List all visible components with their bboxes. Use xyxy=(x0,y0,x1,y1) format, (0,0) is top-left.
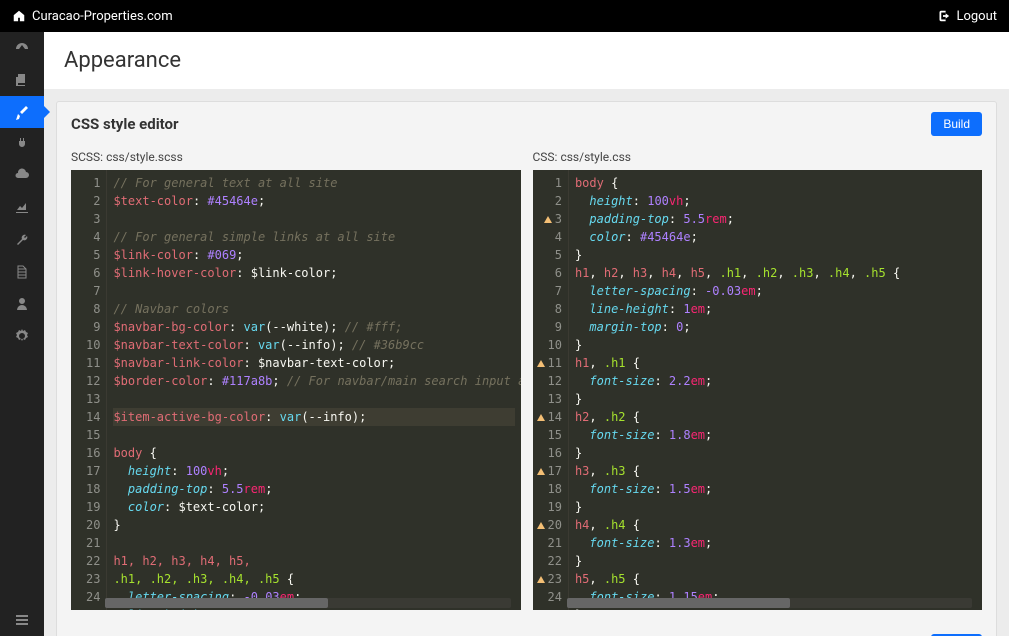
panel-title: CSS style editor xyxy=(71,115,179,133)
copy-icon xyxy=(14,72,30,88)
warning-icon xyxy=(537,360,545,367)
code-line[interactable]: h2, .h2 { xyxy=(575,408,976,426)
warning-icon xyxy=(537,576,545,583)
code-line[interactable]: } xyxy=(575,336,976,354)
code-line[interactable]: $navbar-bg-color: var(--white); // #fff; xyxy=(113,318,514,336)
css-editor[interactable]: 1234567891011121314151617181920212223242… xyxy=(533,170,983,610)
code-line[interactable]: $text-color: #45464e; xyxy=(113,192,514,210)
code-line[interactable]: $link-hover-color: $link-color; xyxy=(113,264,514,282)
scss-editor-label: SCSS: css/style.scss xyxy=(71,146,521,170)
page-title: Appearance xyxy=(44,32,1009,89)
code-line[interactable]: $link-color: #069; xyxy=(113,246,514,264)
sidebar-item-settings[interactable] xyxy=(0,320,44,352)
scss-editor[interactable]: 1234567891011121314151617181920212223242… xyxy=(71,170,521,610)
code-line[interactable]: font-size: 2.2em; xyxy=(575,372,976,390)
code-line[interactable]: color: $text-color; xyxy=(113,498,514,516)
chart-icon xyxy=(14,200,30,216)
topbar: Curacao-Properties.com Logout xyxy=(0,0,1009,32)
sidebar-item-media[interactable] xyxy=(0,160,44,192)
code-line[interactable]: h1, h2, h3, h4, h5, .h1, .h2, .h3, .h4, … xyxy=(575,264,976,282)
code-line[interactable] xyxy=(113,426,514,444)
warning-icon xyxy=(537,414,545,421)
css-editor-panel: CSS style editor Build SCSS: css/style.s… xyxy=(56,101,997,636)
code-line[interactable]: h1, h2, h3, h4, h5, xyxy=(113,552,514,570)
code-line[interactable]: font-size: 1.8em; xyxy=(575,426,976,444)
code-line[interactable]: .h1, .h2, .h3, .h4, .h5 { xyxy=(113,570,514,588)
code-line[interactable]: line-height: 1em; xyxy=(575,300,976,318)
logout-link[interactable]: Logout xyxy=(936,9,997,24)
sidebar-item-users[interactable] xyxy=(0,288,44,320)
main-content: Appearance CSS style editor Build SCSS: … xyxy=(44,32,1009,636)
code-line[interactable]: // For general simple links at all site xyxy=(113,228,514,246)
code-line[interactable]: body { xyxy=(113,444,514,462)
logout-label: Logout xyxy=(956,9,997,24)
code-line[interactable] xyxy=(113,210,514,228)
sidebar-item-dashboard[interactable] xyxy=(0,32,44,64)
code-line[interactable]: padding-top: 5.5rem; xyxy=(575,210,976,228)
code-line[interactable]: // Navbar colors xyxy=(113,300,514,318)
plug-icon xyxy=(14,136,30,152)
code-line[interactable]: // For general text at all site xyxy=(113,174,514,192)
code-line[interactable]: height: 100vh; xyxy=(113,462,514,480)
code-line[interactable]: } xyxy=(575,390,976,408)
warning-icon xyxy=(537,468,545,475)
code-line[interactable]: } xyxy=(575,498,976,516)
code-line[interactable]: $navbar-link-color: $navbar-text-color; xyxy=(113,354,514,372)
wrench-icon xyxy=(14,232,30,248)
sidebar-item-tools[interactable] xyxy=(0,224,44,256)
code-line[interactable]: h5, .h5 { xyxy=(575,570,976,588)
code-line[interactable]: letter-spacing: -0.03em; xyxy=(575,282,976,300)
code-line[interactable]: } xyxy=(575,246,976,264)
sidebar-item-plugins[interactable] xyxy=(0,128,44,160)
code-line[interactable]: $navbar-text-color: var(--info); // #36b… xyxy=(113,336,514,354)
code-line[interactable]: padding-top: 5.5rem; xyxy=(113,480,514,498)
build-button-top[interactable]: Build xyxy=(931,112,982,136)
code-line[interactable] xyxy=(113,390,514,408)
code-line[interactable]: } xyxy=(113,516,514,534)
code-line[interactable]: h3, .h3 { xyxy=(575,462,976,480)
sidebar-toggle[interactable] xyxy=(0,604,44,636)
code-line[interactable]: h4, .h4 { xyxy=(575,516,976,534)
scrollbar-horizontal[interactable] xyxy=(567,598,973,608)
logout-icon xyxy=(936,9,950,23)
code-line[interactable]: } xyxy=(575,552,976,570)
user-icon xyxy=(14,296,30,312)
warning-icon xyxy=(537,522,545,529)
file-icon xyxy=(14,264,30,280)
site-brand[interactable]: Curacao-Properties.com xyxy=(12,9,173,24)
cogs-icon xyxy=(14,328,30,344)
code-line[interactable]: } xyxy=(575,444,976,462)
code-line[interactable]: h1, .h1 { xyxy=(575,354,976,372)
sidebar-item-pages[interactable] xyxy=(0,64,44,96)
sidebar-item-analytics[interactable] xyxy=(0,192,44,224)
sidebar xyxy=(0,32,44,636)
warning-icon xyxy=(544,216,552,223)
code-line[interactable]: height: 100vh; xyxy=(575,192,976,210)
css-editor-label: CSS: css/style.css xyxy=(533,146,983,170)
cloud-icon xyxy=(14,168,30,184)
code-line[interactable] xyxy=(113,534,514,552)
gauge-icon xyxy=(14,40,30,56)
scrollbar-horizontal[interactable] xyxy=(105,598,511,608)
sidebar-item-appearance[interactable] xyxy=(0,96,44,128)
code-line[interactable]: font-size: 1.3em; xyxy=(575,534,976,552)
code-line[interactable] xyxy=(113,282,514,300)
code-line[interactable]: color: #45464e; xyxy=(575,228,976,246)
code-line[interactable]: $item-active-bg-color: var(--info); xyxy=(113,408,514,426)
code-line[interactable]: $border-color: #117a8b; // For navbar/ma… xyxy=(113,372,514,390)
site-name: Curacao-Properties.com xyxy=(32,9,173,24)
code-line[interactable]: font-size: 1.5em; xyxy=(575,480,976,498)
code-line[interactable]: margin-top: 0; xyxy=(575,318,976,336)
sidebar-item-files[interactable] xyxy=(0,256,44,288)
brush-icon xyxy=(14,104,30,120)
code-line[interactable]: body { xyxy=(575,174,976,192)
home-icon xyxy=(12,9,26,23)
